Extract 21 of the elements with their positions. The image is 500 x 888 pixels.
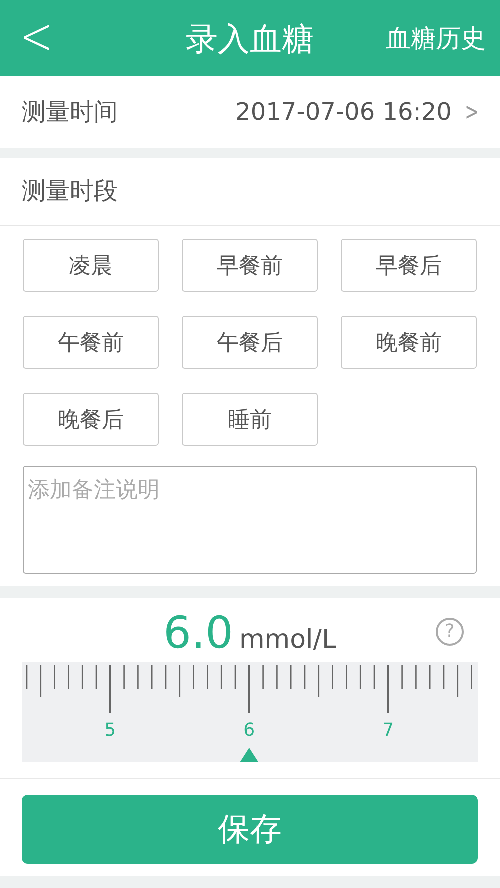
chevron-icon: > [464, 98, 479, 126]
period-option[interactable]: 早餐前 [182, 239, 318, 292]
scale-label: 5 [104, 720, 116, 741]
scale-label: 6 [244, 720, 256, 741]
period-option[interactable]: 凌晨 [23, 239, 159, 292]
period-option[interactable]: 午餐后 [182, 316, 318, 369]
note-field[interactable]: 添加备注说明 [23, 466, 477, 574]
unit-label: mmol/L [239, 625, 336, 655]
time-label: 测量时间 [22, 97, 119, 128]
period-option[interactable]: 晚餐前 [341, 316, 477, 369]
period-option[interactable]: 午餐前 [23, 316, 159, 369]
ruler-scale[interactable] [22, 662, 478, 762]
period-option[interactable]: 晚餐后 [23, 393, 159, 446]
period-option[interactable]: 睡前 [182, 393, 318, 446]
glucose-value: 6.0 [163, 608, 234, 659]
section-title: 测量时段 [21, 176, 119, 207]
time-value[interactable]: 2017-07-06 16:20 [236, 98, 452, 126]
period-option[interactable]: 早餐后 [341, 239, 477, 292]
scale-label: 7 [382, 720, 394, 741]
page-title: 录入血糖 [186, 19, 314, 60]
pointer-icon [240, 748, 258, 762]
